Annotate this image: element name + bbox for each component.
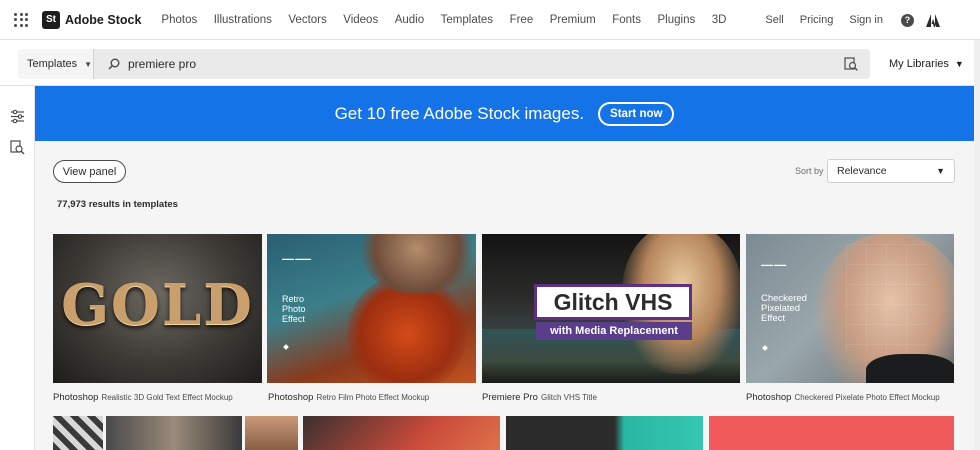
app-switcher-icon[interactable] xyxy=(14,12,28,27)
nav-illustrations[interactable]: Illustrations xyxy=(214,14,272,26)
nav-links: Photos Illustrations Vectors Videos Audi… xyxy=(161,14,743,26)
filter-sliders-icon[interactable] xyxy=(10,109,25,124)
asset-type-label: Templates xyxy=(27,58,78,70)
brand-name: Adobe Stock xyxy=(65,12,142,27)
nav-videos[interactable]: Videos xyxy=(343,14,378,26)
chevron-down-icon: ▼ xyxy=(936,166,945,176)
glitch-art-title: Glitch VHS xyxy=(534,284,692,320)
card-caption[interactable]: Photoshop Retro Film Photo Effect Mockup xyxy=(268,392,429,403)
pricing-link[interactable]: Pricing xyxy=(800,14,834,26)
search-icon xyxy=(108,58,120,70)
template-thumbnail-retro[interactable]: ▬▬▬ ▬▬▬▬ Retro Photo Effect xyxy=(267,234,476,383)
card-app: Photoshop xyxy=(746,392,792,403)
gold-art-text: GOLD xyxy=(61,272,254,338)
my-libraries-button[interactable]: My Libraries ▼ xyxy=(889,58,964,70)
sort-value: Relevance xyxy=(837,165,887,177)
sort-dropdown[interactable]: Relevance ▼ xyxy=(827,159,955,183)
promo-banner: Get 10 free Adobe Stock images. Start no… xyxy=(35,86,974,141)
asset-type-dropdown[interactable]: Templates ▼ xyxy=(18,49,94,79)
left-rail xyxy=(0,86,35,450)
search-row: Templates ▼ xyxy=(0,40,980,86)
card-title: Realistic 3D Gold Text Effect Mockup xyxy=(101,393,233,402)
help-icon[interactable]: ? xyxy=(901,13,914,27)
card-app: Premiere Pro xyxy=(482,392,538,403)
template-thumbnail-gold[interactable]: GOLD xyxy=(53,234,262,383)
template-thumbnail[interactable] xyxy=(303,416,500,450)
nav-vectors[interactable]: Vectors xyxy=(288,14,326,26)
tiny-caption-decoration: ▬▬▬ ▬▬▬ xyxy=(761,262,787,267)
template-thumbnail[interactable] xyxy=(506,416,703,450)
template-thumbnail[interactable] xyxy=(53,416,103,450)
visual-search-icon[interactable] xyxy=(844,57,858,71)
template-thumbnail-checkered[interactable]: ▬▬▬ ▬▬▬ Checkered Pixelated Effect xyxy=(746,234,954,383)
glitch-art-subtitle: with Media Replacement xyxy=(536,322,692,340)
view-panel-button[interactable]: View panel xyxy=(53,160,126,183)
card-title: Retro Film Photo Effect Mockup xyxy=(316,393,430,402)
nav-3d[interactable]: 3D xyxy=(712,14,727,26)
photo-decoration xyxy=(866,354,954,383)
template-thumbnail[interactable] xyxy=(245,416,298,450)
tiny-caption-decoration: ▬▬▬ ▬▬▬▬ xyxy=(282,256,312,261)
card-caption[interactable]: Premiere Pro Glitch VHS Title xyxy=(482,392,597,403)
sort-by-label: Sort by xyxy=(795,166,824,176)
chevron-down-icon: ▼ xyxy=(84,59,93,69)
adobe-stock-logo[interactable]: St Adobe Stock xyxy=(42,10,142,29)
search-input[interactable] xyxy=(128,57,808,71)
stock-logo-icon: St xyxy=(42,10,60,29)
visual-search-icon[interactable] xyxy=(10,140,25,155)
results-count: 77,973 results in templates xyxy=(57,199,178,210)
adobe-icon[interactable] xyxy=(926,13,940,27)
start-now-button[interactable]: Start now xyxy=(598,101,675,126)
sell-link[interactable]: Sell xyxy=(765,14,783,26)
card-caption[interactable]: Photoshop Checkered Pixelate Photo Effect… xyxy=(746,392,940,403)
nav-plugins[interactable]: Plugins xyxy=(658,14,696,26)
nav-audio[interactable]: Audio xyxy=(395,14,424,26)
chevron-down-icon: ▼ xyxy=(954,59,964,69)
diamond-icon xyxy=(283,344,289,350)
card-title: Glitch VHS Title xyxy=(540,393,597,402)
retro-art-text: Retro Photo Effect xyxy=(282,294,306,324)
diamond-icon xyxy=(762,345,768,351)
template-thumbnail[interactable] xyxy=(106,416,242,450)
card-title: Checkered Pixelate Photo Effect Mockup xyxy=(794,393,940,402)
page-scrollbar[interactable] xyxy=(974,40,980,450)
art-line: Effect xyxy=(282,314,305,324)
card-app: Photoshop xyxy=(53,392,99,403)
card-caption[interactable]: Photoshop Realistic 3D Gold Text Effect M… xyxy=(53,392,233,403)
nav-right: Sell Pricing Sign in ? xyxy=(749,0,940,40)
my-libraries-label: My Libraries xyxy=(889,58,949,70)
nav-photos[interactable]: Photos xyxy=(161,14,197,26)
card-app: Photoshop xyxy=(268,392,314,403)
art-line: Photo xyxy=(282,304,306,314)
sign-in-link[interactable]: Sign in xyxy=(849,14,883,26)
nav-free[interactable]: Free xyxy=(510,14,534,26)
nav-templates[interactable]: Templates xyxy=(441,14,493,26)
pixel-grid-decoration xyxy=(846,244,926,354)
banner-text: Get 10 free Adobe Stock images. xyxy=(334,103,585,123)
top-nav: St Adobe Stock Photos Illustrations Vect… xyxy=(0,0,980,40)
nav-premium[interactable]: Premium xyxy=(550,14,596,26)
template-thumbnail[interactable] xyxy=(709,416,954,450)
art-line: Effect xyxy=(761,313,786,324)
art-line: Retro xyxy=(282,294,305,304)
nav-fonts[interactable]: Fonts xyxy=(612,14,641,26)
checker-art-text: Checkered Pixelated Effect xyxy=(761,294,807,324)
template-thumbnail-glitch-vhs[interactable]: Glitch VHS with Media Replacement xyxy=(482,234,740,383)
search-bar: Templates ▼ xyxy=(18,49,870,79)
